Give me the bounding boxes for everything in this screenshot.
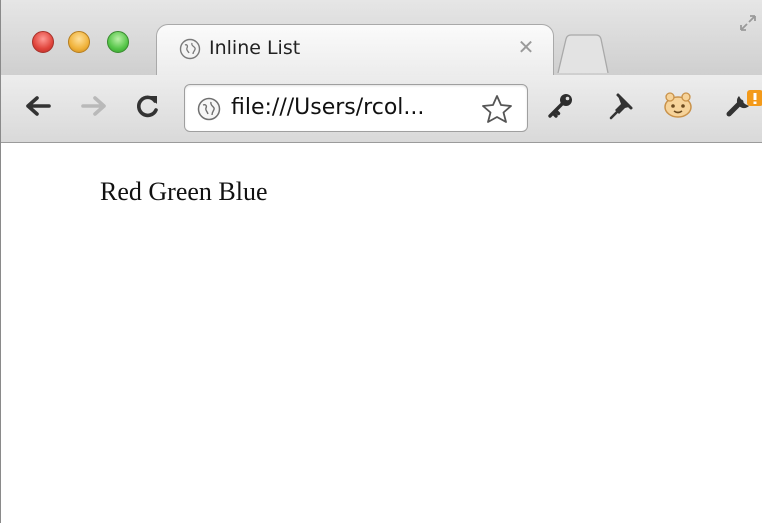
tab-inline-list[interactable]: Inline List ✕ [156, 24, 554, 76]
globe-icon [179, 38, 201, 60]
list-item: Green [148, 177, 212, 206]
extension-face-icon [661, 91, 695, 125]
reload-button[interactable] [131, 89, 165, 127]
tab-strip: Inline List ✕ [1, 0, 762, 76]
minimize-window-button[interactable] [68, 31, 90, 53]
new-tab-button[interactable] [556, 33, 610, 74]
url-text: file:///Users/rcol... [231, 95, 425, 120]
back-icon [25, 94, 51, 122]
inline-list: Red Green Blue [100, 177, 268, 207]
back-button[interactable] [21, 89, 55, 127]
address-bar[interactable]: file:///Users/rcol... [184, 84, 528, 132]
face-extension-button[interactable] [661, 89, 695, 127]
browser-window: Inline List ✕ file:///Users/rcol... Red … [0, 0, 762, 523]
fullscreen-icon[interactable] [737, 12, 759, 34]
pin-icon [609, 92, 637, 124]
bookmark-star-icon[interactable] [481, 94, 513, 124]
browser-toolbar: file:///Users/rcol... [1, 75, 762, 143]
tab-title: Inline List [209, 37, 301, 59]
key-extension-button[interactable] [544, 89, 578, 127]
wrench-icon [725, 90, 762, 126]
list-item: Red [100, 177, 142, 206]
settings-wrench-button[interactable] [725, 89, 762, 127]
zoom-window-button[interactable] [107, 31, 129, 53]
globe-icon [197, 97, 221, 121]
reload-icon [135, 93, 161, 123]
page-content: Red Green Blue [1, 143, 762, 523]
close-tab-icon[interactable]: ✕ [514, 35, 538, 59]
forward-icon [81, 94, 107, 122]
close-window-button[interactable] [32, 31, 54, 53]
list-item: Blue [218, 177, 268, 206]
pin-extension-button[interactable] [606, 89, 640, 127]
key-icon [546, 91, 576, 125]
forward-button[interactable] [77, 89, 111, 127]
